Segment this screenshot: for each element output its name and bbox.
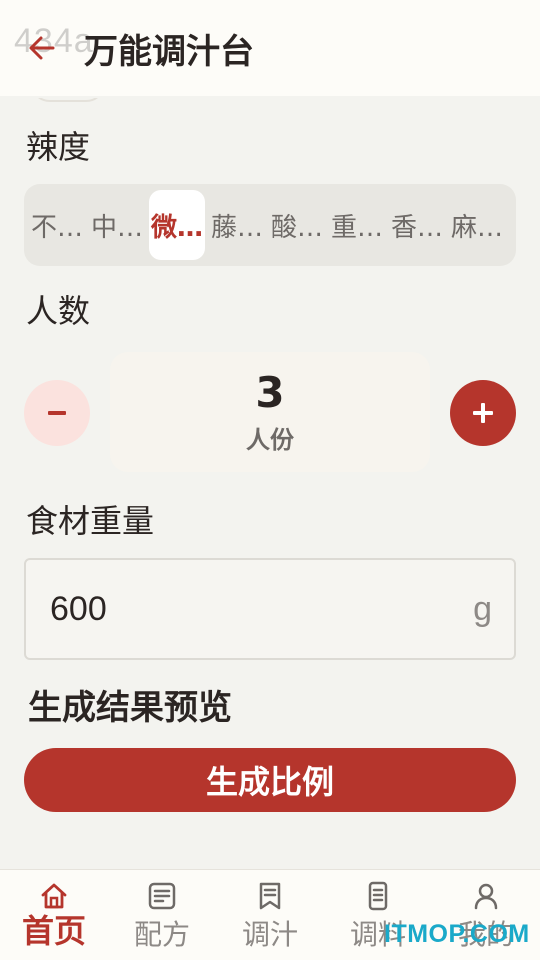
phone-list-icon [362,880,394,912]
spice-option-selected[interactable]: 微… [149,190,205,260]
increase-servings-button[interactable] [450,380,516,446]
user-icon [470,880,502,912]
spice-option[interactable]: 重… [327,190,387,260]
top-app-bar: 434a 万能调汁台 [0,0,540,96]
ingredient-weight-input[interactable]: 600 g [24,558,516,660]
result-preview-title: 生成结果预览 [28,688,232,728]
spice-level-label: 辣度 [26,128,91,166]
servings-label: 人数 [26,292,91,330]
back-arrow-icon [29,36,55,60]
tab-label: 调汁 [241,918,298,951]
tab-label: 首页 [21,912,86,950]
recipe-icon [146,880,178,912]
spice-option[interactable]: 不… [27,190,87,260]
back-button[interactable] [24,30,60,66]
generate-ratio-button[interactable]: 生成比例 [24,748,516,812]
spice-option[interactable]: 麻… [447,190,507,260]
servings-unit: 人份 [246,425,294,454]
plus-icon [473,403,493,423]
tab-home[interactable]: 首页 [0,870,108,960]
weight-value: 600 [50,589,107,628]
spice-level-selector: 不… 中… 微… 藤… 酸… 重… 香… 麻… [24,184,516,266]
spice-option[interactable]: 香… [387,190,447,260]
tab-label: 配方 [133,918,190,951]
home-icon [38,880,70,912]
bookmark-doc-icon [254,880,286,912]
servings-count: 3 [255,367,285,417]
ingredient-weight-label: 食材重量 [26,502,155,540]
tab-sauce[interactable]: 调汁 [216,870,324,960]
servings-display: 3 人份 [110,352,430,472]
spice-option[interactable]: 酸… [267,190,327,260]
page-title: 万能调汁台 [84,32,254,72]
weight-unit: g [473,589,492,628]
decrease-servings-button[interactable] [24,380,90,446]
site-watermark: ITMOP.COM [384,920,530,948]
spice-option[interactable]: 藤… [207,190,267,260]
minus-icon [48,411,66,415]
tab-recipe[interactable]: 配方 [108,870,216,960]
spice-option[interactable]: 中… [87,190,147,260]
